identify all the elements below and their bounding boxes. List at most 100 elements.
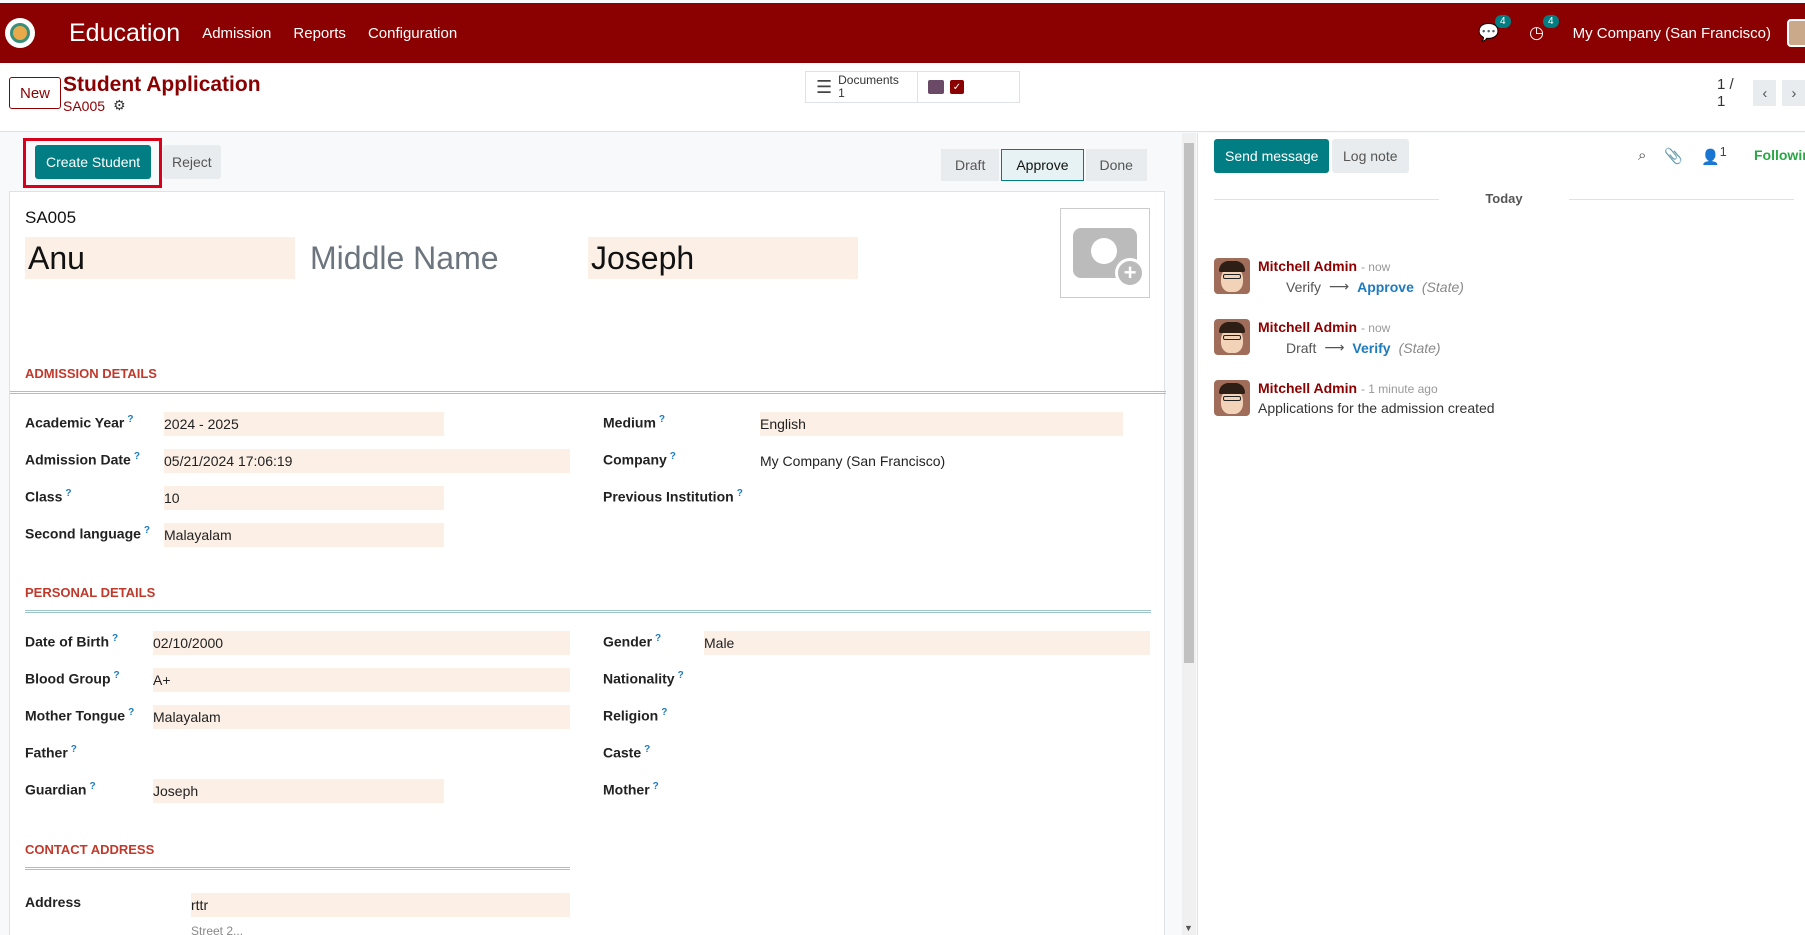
- author-avatar[interactable]: [1214, 258, 1250, 294]
- documents-count: 1: [838, 86, 845, 100]
- stage-draft[interactable]: Draft: [941, 149, 1000, 181]
- documents-button[interactable]: ☰ Documents 1: [806, 72, 918, 102]
- application-ref: SA005: [25, 208, 77, 227]
- section-separator: [10, 391, 1166, 394]
- app-brand[interactable]: Education: [69, 19, 180, 48]
- arrow-right-icon: ⟶: [1329, 278, 1350, 294]
- scroll-down-icon[interactable]: ▼: [1184, 923, 1193, 933]
- dob-field[interactable]: 02/10/2000: [153, 631, 570, 655]
- medium-field[interactable]: English: [760, 412, 1123, 436]
- last-name-input[interactable]: Joseph: [588, 237, 858, 279]
- activities-badge: 4: [1543, 15, 1559, 28]
- message-item: Mitchell Admin - 1 minute ago Applicatio…: [1214, 380, 1794, 428]
- reject-button[interactable]: Reject: [163, 145, 221, 179]
- arrow-right-icon: ⟶: [1324, 339, 1345, 355]
- company-switcher[interactable]: My Company (San Francisco): [1573, 25, 1771, 42]
- guardian-field[interactable]: Joseph: [153, 779, 444, 803]
- second-language-field[interactable]: Malayalam: [164, 523, 444, 547]
- search-icon[interactable]: ⌕: [1638, 147, 1646, 164]
- old-value: Verify: [1286, 278, 1322, 295]
- section-separator: [25, 867, 570, 870]
- log-note-button[interactable]: Log note: [1332, 139, 1409, 173]
- gender-field[interactable]: Male: [704, 631, 1150, 655]
- academic-year-field[interactable]: 2024 - 2025: [164, 412, 444, 436]
- pager: 1 / 1 ‹ ›: [1717, 76, 1805, 110]
- gender-label: Gender?: [603, 633, 662, 650]
- guardian-label: Guardian?: [25, 781, 96, 798]
- apps-icon[interactable]: [5, 18, 35, 48]
- author-name[interactable]: Mitchell Admin - now: [1258, 319, 1390, 335]
- street2-field[interactable]: Street 2...: [191, 922, 570, 935]
- date-separator: Today: [1214, 191, 1794, 206]
- author-avatar[interactable]: [1214, 319, 1250, 355]
- scrollbar-thumb[interactable]: [1184, 143, 1194, 663]
- camera-plus-icon: +: [1073, 228, 1145, 288]
- class-field[interactable]: 10: [164, 486, 444, 510]
- message-time: - now: [1360, 321, 1391, 335]
- documents-icon: ☰: [816, 76, 833, 97]
- chat-icon[interactable]: 💬 4: [1477, 15, 1511, 45]
- class-label: Class?: [25, 488, 72, 505]
- status-bar: Create Student Reject Draft Approve Done: [0, 133, 1180, 191]
- admission-date-field[interactable]: 05/21/2024 17:06:19: [164, 449, 570, 473]
- paperclip-icon[interactable]: 📎: [1664, 147, 1683, 165]
- old-value: Draft: [1286, 339, 1317, 356]
- record-ref-text: SA005: [63, 97, 106, 114]
- stage-approve[interactable]: Approve: [1001, 149, 1084, 181]
- section-admission-details: ADMISSION DETAILS: [25, 366, 157, 381]
- form-scrollbar[interactable]: ▼: [1182, 133, 1196, 935]
- mother-tongue-field[interactable]: Malayalam: [153, 705, 570, 729]
- tracking-value: Draft ⟶ Verify (State): [1286, 339, 1441, 356]
- control-panel: New Student Application SA005 ⚙ ☰ Docume…: [0, 63, 1805, 132]
- blood-group-label: Blood Group?: [25, 670, 120, 687]
- previous-institution-label: Previous Institution?: [603, 488, 743, 505]
- first-name-input[interactable]: Anu: [25, 237, 295, 279]
- message-body: Applications for the admission created: [1258, 400, 1495, 416]
- nationality-label: Nationality?: [603, 670, 684, 687]
- stage-pipeline: Draft Approve Done: [941, 149, 1149, 181]
- following-button[interactable]: Following: [1754, 147, 1805, 163]
- address-label: Address: [25, 894, 82, 910]
- chevron-left-icon[interactable]: ‹: [1753, 80, 1777, 106]
- second-language-label: Second language?: [25, 525, 151, 542]
- pager-value[interactable]: 1 / 1: [1717, 76, 1739, 110]
- message-item: Mitchell Admin - now Draft ⟶ Verify (Sta…: [1214, 319, 1794, 367]
- clock-icon[interactable]: ◷ 4: [1525, 15, 1559, 45]
- chevron-right-icon[interactable]: ›: [1782, 80, 1805, 106]
- message-item: Mitchell Admin - now Verify ⟶ Approve (S…: [1214, 258, 1794, 306]
- new-button[interactable]: New: [9, 77, 62, 109]
- menu-admission[interactable]: Admission: [202, 25, 271, 42]
- message-time: - now: [1360, 260, 1391, 274]
- street-field[interactable]: rttr: [191, 893, 570, 917]
- menu-configuration[interactable]: Configuration: [368, 25, 457, 42]
- messages-badge: 4: [1495, 15, 1511, 28]
- user-icon: 👤: [1701, 149, 1720, 166]
- middle-name-input[interactable]: Middle Name: [307, 237, 577, 279]
- send-message-button[interactable]: Send message: [1214, 139, 1330, 173]
- author-avatar[interactable]: [1214, 380, 1250, 416]
- create-student-button[interactable]: Create Student: [35, 145, 152, 179]
- gear-icon[interactable]: ⚙: [113, 97, 126, 114]
- author-name[interactable]: Mitchell Admin - now: [1258, 258, 1390, 274]
- menu-reports[interactable]: Reports: [293, 25, 346, 42]
- message-time: - 1 minute ago: [1360, 382, 1438, 396]
- top-navbar: Education Admission Reports Configuratio…: [0, 3, 1805, 63]
- stage-done[interactable]: Done: [1085, 149, 1147, 181]
- mother-tongue-label: Mother Tongue?: [25, 707, 135, 724]
- archive-icon[interactable]: [928, 80, 944, 94]
- documents-label: Documents: [838, 73, 899, 87]
- user-avatar[interactable]: [1787, 19, 1805, 47]
- tracked-field: (State): [1421, 278, 1464, 295]
- admission-date-label: Admission Date?: [25, 451, 140, 468]
- blood-group-field[interactable]: A+: [153, 668, 570, 692]
- author-name[interactable]: Mitchell Admin - 1 minute ago: [1258, 380, 1438, 396]
- company-field[interactable]: My Company (San Francisco): [760, 449, 1123, 473]
- record-reference: SA005 ⚙: [63, 97, 126, 114]
- checkbox-icon[interactable]: ✓: [950, 80, 964, 94]
- section-separator: [25, 610, 1151, 613]
- photo-upload[interactable]: +: [1060, 208, 1150, 298]
- chatter-tools: ⌕ 📎 👤1: [1638, 145, 1727, 166]
- breadcrumb-title[interactable]: Student Application: [63, 73, 261, 97]
- smart-buttons: ☰ Documents 1 ✓: [805, 71, 1020, 103]
- followers-button[interactable]: 👤1: [1701, 145, 1727, 166]
